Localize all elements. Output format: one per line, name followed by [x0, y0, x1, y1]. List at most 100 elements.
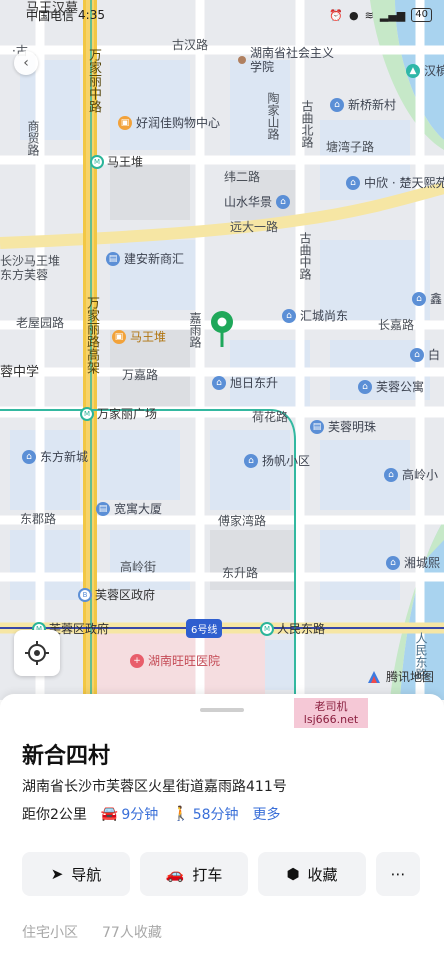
house-icon: ⌂ — [384, 467, 398, 482]
shopping-icon: ▣ — [112, 329, 126, 344]
distance-label: 距你2公里 — [22, 807, 87, 823]
house-icon: ⌂ — [386, 555, 400, 570]
location-icon: ● — [349, 8, 359, 22]
road-label: 万家丽中路 — [86, 48, 101, 113]
poi-mawangdui[interactable]: ▣ 马王堆 — [112, 328, 166, 345]
clock: 4:35 — [78, 8, 105, 22]
drive-time[interactable]: 🚘 9分钟 — [101, 804, 158, 824]
road-label: 商贸路 — [26, 120, 40, 156]
metro-icon: M — [90, 154, 104, 169]
poi-label: 东方芙蓉 — [0, 268, 49, 282]
poi-furong-gongyu[interactable]: ⌂ 芙蓉公寓 — [358, 378, 424, 395]
place-footer: 住宅小区 77人收藏 — [22, 922, 162, 942]
poi-zhongxin[interactable]: ⌂ 中欣 · 楚天熙苑 — [346, 174, 444, 191]
more-options-button[interactable]: ⋯ — [376, 852, 420, 896]
road-label: 远大一路 — [230, 220, 279, 234]
road-label: 纬二路 — [224, 170, 261, 184]
road-label: 古曲中路 — [298, 232, 312, 280]
location-pin-icon[interactable] — [210, 310, 234, 352]
poi-dongfang-xincheng[interactable]: ⌂ 东方新城 — [22, 448, 88, 465]
poi-dot-icon — [238, 56, 246, 64]
house-icon: ⌂ — [212, 375, 226, 390]
poi-shanshui[interactable]: 山水华景 ⌂ — [224, 193, 291, 210]
hospital-icon: + — [130, 653, 144, 668]
place-detail-sheet[interactable]: 老司机 lsj666.net 新合四村 湖南省长沙市芙蓉区火星街道嘉雨路411号… — [0, 694, 444, 960]
more-link[interactable]: 更多 — [253, 804, 281, 824]
sheet-drag-handle[interactable] — [200, 708, 244, 712]
box-icon: ⬢ — [286, 865, 300, 883]
road-label: 老屋园路 — [16, 316, 65, 330]
place-name: 新合四村 — [22, 744, 111, 769]
poi-bai[interactable]: ⌂ 白 — [410, 346, 440, 363]
road-label: 塘湾子路 — [326, 140, 375, 154]
battery-icon: 40 — [411, 8, 432, 22]
poi-jianan[interactable]: ▤ 建安新商汇 — [106, 250, 184, 267]
poi-xinqiao[interactable]: ⌂ 新桥新村 — [330, 96, 396, 113]
bus-stop[interactable]: B 芙蓉区政府 — [78, 586, 155, 603]
chevron-left-icon: ‹ — [23, 55, 29, 71]
poi-yangfan[interactable]: ⌂ 扬帆小区 — [244, 452, 310, 469]
metro-station[interactable]: M 马王堆 — [90, 153, 143, 170]
shopping-icon: ▣ — [118, 115, 132, 130]
metro-station[interactable]: M 万家丽广场 — [80, 405, 157, 422]
poi-label: 蓉中学 — [0, 365, 40, 380]
road-label: 高岭街 — [120, 560, 157, 574]
poi-hospital[interactable]: + 湖南旺旺医院 — [130, 652, 220, 669]
navigation-arrow-icon: ➤ — [50, 865, 64, 883]
house-icon: ⌂ — [358, 379, 372, 394]
car-icon: 🚗 — [165, 865, 185, 883]
poi-furong-mingzhu[interactable]: ▤ 芙蓉明珠 — [310, 418, 376, 435]
metro-station[interactable]: M 人民东路 — [260, 620, 325, 637]
house-icon: ⌂ — [282, 308, 296, 323]
road-label: 古汉路 — [172, 38, 209, 52]
wifi-icon: ≋ — [364, 8, 374, 22]
favorites-count: 77人收藏 — [102, 925, 162, 941]
house-icon: ⌂ — [330, 97, 344, 112]
building-icon: ▤ — [310, 419, 324, 434]
road-label: 东郡路 — [20, 512, 57, 526]
building-icon: ▤ — [106, 251, 120, 266]
metro-icon: M — [260, 621, 274, 636]
locate-me-button[interactable] — [14, 630, 60, 676]
poi-haorun[interactable]: ▣ 好润佳购物中心 — [118, 114, 220, 131]
poi-xin[interactable]: ⌂ 鑫 — [412, 290, 442, 307]
place-address: 湖南省长沙市芙蓉区火星街道嘉雨路411号 — [22, 779, 287, 795]
navigate-button[interactable]: ➤ 导航 — [22, 852, 130, 896]
place-meta: 距你2公里 🚘 9分钟 🚶 58分钟 更多 — [22, 804, 281, 824]
poi-gaoling[interactable]: ⌂ 高岭小 — [384, 466, 438, 483]
metro-icon: M — [80, 406, 94, 421]
back-button[interactable]: ‹ — [14, 51, 38, 75]
poi-kuanyu[interactable]: ▤ 宽寓大厦 — [96, 500, 162, 517]
poi-xiangcheng[interactable]: ⌂ 湘城熙 — [386, 554, 440, 571]
park-icon: ▲ — [406, 63, 420, 78]
house-icon: ⌂ — [276, 194, 291, 209]
walk-time[interactable]: 🚶 58分钟 — [172, 804, 238, 824]
category-label: 住宅小区 — [22, 925, 78, 941]
poi-shehui[interactable]: 湖南省社会主义学院 — [238, 46, 334, 74]
house-icon: ⌂ — [410, 347, 424, 362]
metro-line-badge: 6号线 — [186, 619, 223, 638]
poi-huicheng[interactable]: ⌂ 汇城尚东 — [282, 307, 348, 324]
road-label: 荷花路 — [252, 410, 289, 424]
signal-icon: ▂▄▆ — [379, 8, 406, 22]
tencent-map-logo-icon — [367, 670, 380, 683]
poi-xuri[interactable]: ⌂ 旭日东升 — [212, 374, 278, 391]
walk-icon: 🚶 — [172, 806, 190, 822]
road-label: 古曲北路 — [300, 100, 314, 148]
alarm-icon: ⏰ — [329, 8, 344, 22]
favorite-button[interactable]: ⬢ 收藏 — [258, 852, 366, 896]
house-icon: ⌂ — [244, 453, 258, 468]
road-label: 东升路 — [222, 566, 259, 580]
ellipsis-icon: ⋯ — [390, 865, 406, 883]
road-label: 陶家山路 — [266, 92, 280, 140]
road-label: 长嘉路 — [378, 318, 415, 332]
poi-label: 长沙马王堆 — [0, 254, 61, 268]
action-bar: ➤ 导航 🚗 打车 ⬢ 收藏 ⋯ — [22, 852, 420, 896]
taxi-button[interactable]: 🚗 打车 — [140, 852, 248, 896]
bus-icon: B — [78, 587, 92, 602]
road-label: 万嘉路 — [122, 368, 159, 382]
map-brand: 腾讯地图 — [366, 668, 434, 685]
house-icon: ⌂ — [412, 291, 426, 306]
poi-hanzhuang[interactable]: ▲ 汉槟 — [406, 62, 444, 79]
house-icon: ⌂ — [346, 175, 360, 190]
